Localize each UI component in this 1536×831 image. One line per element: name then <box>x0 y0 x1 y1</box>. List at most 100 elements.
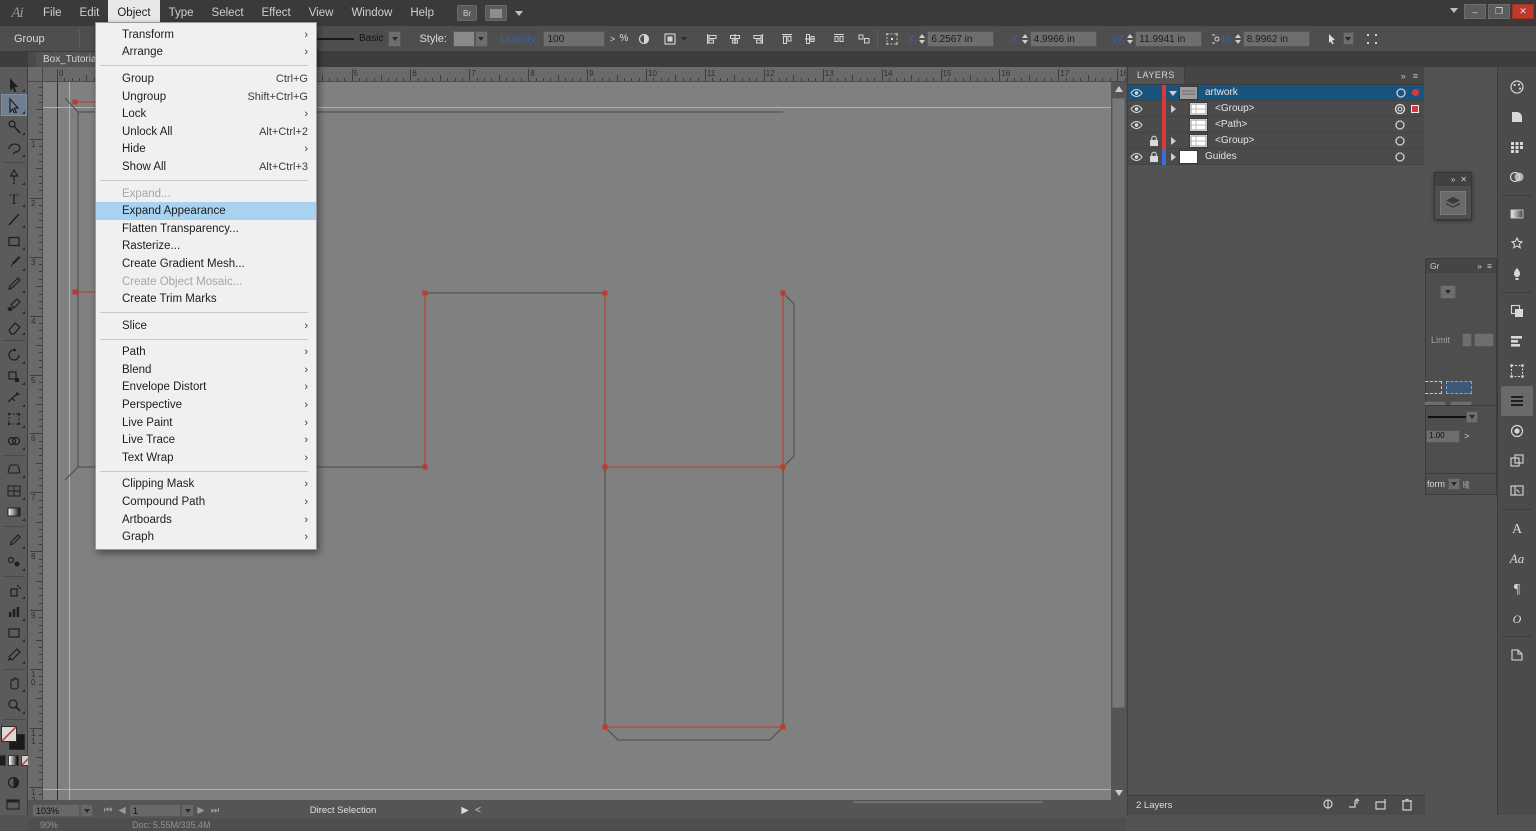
color-guide-panel-icon[interactable] <box>1501 102 1533 132</box>
menu-item-live-trace[interactable]: Live Trace › <box>96 431 316 449</box>
menu-item-envelope-distort[interactable]: Envelope Distort › <box>96 379 316 397</box>
slice-tool[interactable] <box>1 644 27 665</box>
stroke-align-dropdown[interactable] <box>1440 285 1456 299</box>
paintbrush-tool[interactable] <box>1 252 27 273</box>
y-input[interactable]: 4.9966 in <box>1029 30 1097 47</box>
constrain-proportions-icon[interactable] <box>1209 30 1222 47</box>
transform-each-icon[interactable] <box>855 30 872 47</box>
transparency-panel-icon[interactable] <box>1501 162 1533 192</box>
distribute-top-icon[interactable] <box>778 30 795 47</box>
layer-disclosure-triangle[interactable] <box>1166 85 1179 101</box>
layer-visibility-icon[interactable] <box>1128 85 1145 101</box>
layer-visibility-icon[interactable] <box>1128 117 1145 133</box>
menu-item-transform[interactable]: Transform › <box>96 26 316 44</box>
y-stepper[interactable] <box>1020 31 1030 47</box>
layer-lock-icon[interactable] <box>1145 117 1162 133</box>
menu-item-unlock-all[interactable]: Unlock All Alt+Ctrl+2 <box>96 123 316 141</box>
miter-limit-stepper[interactable] <box>1462 333 1472 347</box>
symbol-sprayer-tool[interactable] <box>1 580 27 601</box>
artboard-tool[interactable] <box>1 623 27 644</box>
free-transform-tool[interactable] <box>1 409 27 430</box>
last-artboard-icon[interactable]: ⏭ <box>208 805 222 816</box>
graphic-styles-panel-icon[interactable] <box>1501 446 1533 476</box>
width-tool[interactable] <box>1 387 27 408</box>
w-input[interactable]: 11.9941 in <box>1135 30 1203 47</box>
create-new-layer-icon[interactable] <box>1375 798 1387 814</box>
h-stepper[interactable] <box>1233 31 1243 47</box>
x-input[interactable]: 6.2567 in <box>927 30 995 47</box>
tab-layers[interactable]: LAYERS <box>1128 67 1185 84</box>
opentype-panel-icon[interactable]: O <box>1501 603 1533 633</box>
transform-panel-peek[interactable]: 1.00 > <box>1425 405 1497 477</box>
character-panel-icon[interactable]: A <box>1501 513 1533 543</box>
menu-window[interactable]: Window <box>342 0 401 26</box>
pencil-tool[interactable] <box>1 273 27 294</box>
rectangle-tool[interactable] <box>1 230 27 251</box>
gradient-panel-icon[interactable] <box>1501 199 1533 229</box>
color-fill-button[interactable] <box>0 754 6 766</box>
next-artboard-icon[interactable]: ▶ <box>194 805 208 816</box>
line-segment-tool[interactable] <box>1 209 27 230</box>
menu-item-live-paint[interactable]: Live Paint › <box>96 414 316 432</box>
floating-mini-panel[interactable]: » ✕ <box>1434 172 1472 220</box>
scale-tool[interactable] <box>1 366 27 387</box>
pathfinder-panel-icon[interactable] <box>1501 296 1533 326</box>
layer-target-indicator[interactable] <box>1390 87 1412 99</box>
distribute-middle-icon[interactable] <box>801 30 818 47</box>
character-styles-panel-icon[interactable]: Aa <box>1501 543 1533 573</box>
stroke-panel-peek-header[interactable]: Gr » ≡ <box>1426 259 1496 273</box>
layer-visibility-icon[interactable] <box>1128 149 1145 165</box>
layer-visibility-icon[interactable] <box>1128 133 1145 149</box>
zoom-level-input[interactable]: 103% <box>32 804 80 817</box>
draw-normal-icon[interactable] <box>1 772 27 793</box>
brushes-panel-icon[interactable] <box>1501 259 1533 289</box>
arrange-documents-icon[interactable] <box>485 5 507 21</box>
layers-stack-icon[interactable] <box>1440 190 1466 215</box>
lasso-tool[interactable] <box>1 137 27 158</box>
gradient-tool[interactable] <box>1 502 27 523</box>
make-clipping-mask-icon[interactable] <box>1322 798 1334 814</box>
menu-item-show-all[interactable]: Show All Alt+Ctrl+3 <box>96 158 316 176</box>
rotate-tool[interactable] <box>1 344 27 365</box>
hand-tool[interactable] <box>1 673 27 694</box>
menu-help[interactable]: Help <box>401 0 443 26</box>
recolor-artwork-icon[interactable] <box>661 30 678 47</box>
layer-row[interactable]: <Group> <box>1128 100 1424 117</box>
swatches-panel-icon[interactable] <box>1501 132 1533 162</box>
delete-selection-icon[interactable] <box>1401 798 1413 814</box>
stroke-panel-peek[interactable]: Gr » ≡ Limit dash gap <box>1416 258 1497 428</box>
layer-name[interactable]: artwork <box>1198 87 1390 98</box>
vertical-scroll-thumb[interactable] <box>1112 98 1125 708</box>
layer-disclosure-triangle[interactable] <box>1166 149 1179 165</box>
layer-visibility-icon[interactable] <box>1128 101 1145 117</box>
layer-target-indicator[interactable] <box>1389 119 1411 131</box>
menu-item-compound-path[interactable]: Compound Path › <box>96 493 316 511</box>
layer-disclosure-triangle[interactable] <box>1166 117 1179 133</box>
column-graph-tool[interactable] <box>1 601 27 622</box>
menu-item-hide[interactable]: Hide › <box>96 141 316 159</box>
recolor-caret-icon[interactable] <box>681 36 688 41</box>
opacity-input[interactable]: 100 <box>543 30 606 47</box>
mesh-tool[interactable] <box>1 480 27 501</box>
color-panel-icon[interactable] <box>1501 72 1533 102</box>
paragraph-panel-icon[interactable]: ¶ <box>1501 573 1533 603</box>
layer-row[interactable]: Guides <box>1128 148 1424 165</box>
gradient-fill-button[interactable] <box>8 754 19 766</box>
transform-peek-stepper-icon[interactable]: > <box>1464 431 1469 441</box>
close-button[interactable]: ✕ <box>1512 4 1534 19</box>
perspective-grid-tool[interactable] <box>1 459 27 480</box>
prev-artboard-icon[interactable]: ◀ <box>115 805 129 816</box>
scroll-down-arrow-icon[interactable] <box>1111 786 1126 800</box>
floating-panel-collapse-icon[interactable]: » <box>1451 175 1455 184</box>
transform-reference-icon[interactable] <box>883 30 900 47</box>
maximize-button[interactable]: ❐ <box>1488 4 1510 19</box>
x-stepper[interactable] <box>917 31 927 47</box>
canvas-vertical-scrollbar[interactable] <box>1111 82 1126 800</box>
floating-panel-header[interactable]: » ✕ <box>1435 173 1471 186</box>
menu-item-lock[interactable]: Lock › <box>96 105 316 123</box>
align-center-icon[interactable] <box>726 30 743 47</box>
layers-list[interactable]: artwork <Group> <Path> <Group> Guides <box>1128 84 1424 165</box>
w-stepper[interactable] <box>1125 31 1135 47</box>
layer-lock-icon[interactable] <box>1145 85 1162 101</box>
menu-item-graph[interactable]: Graph › <box>96 528 316 546</box>
